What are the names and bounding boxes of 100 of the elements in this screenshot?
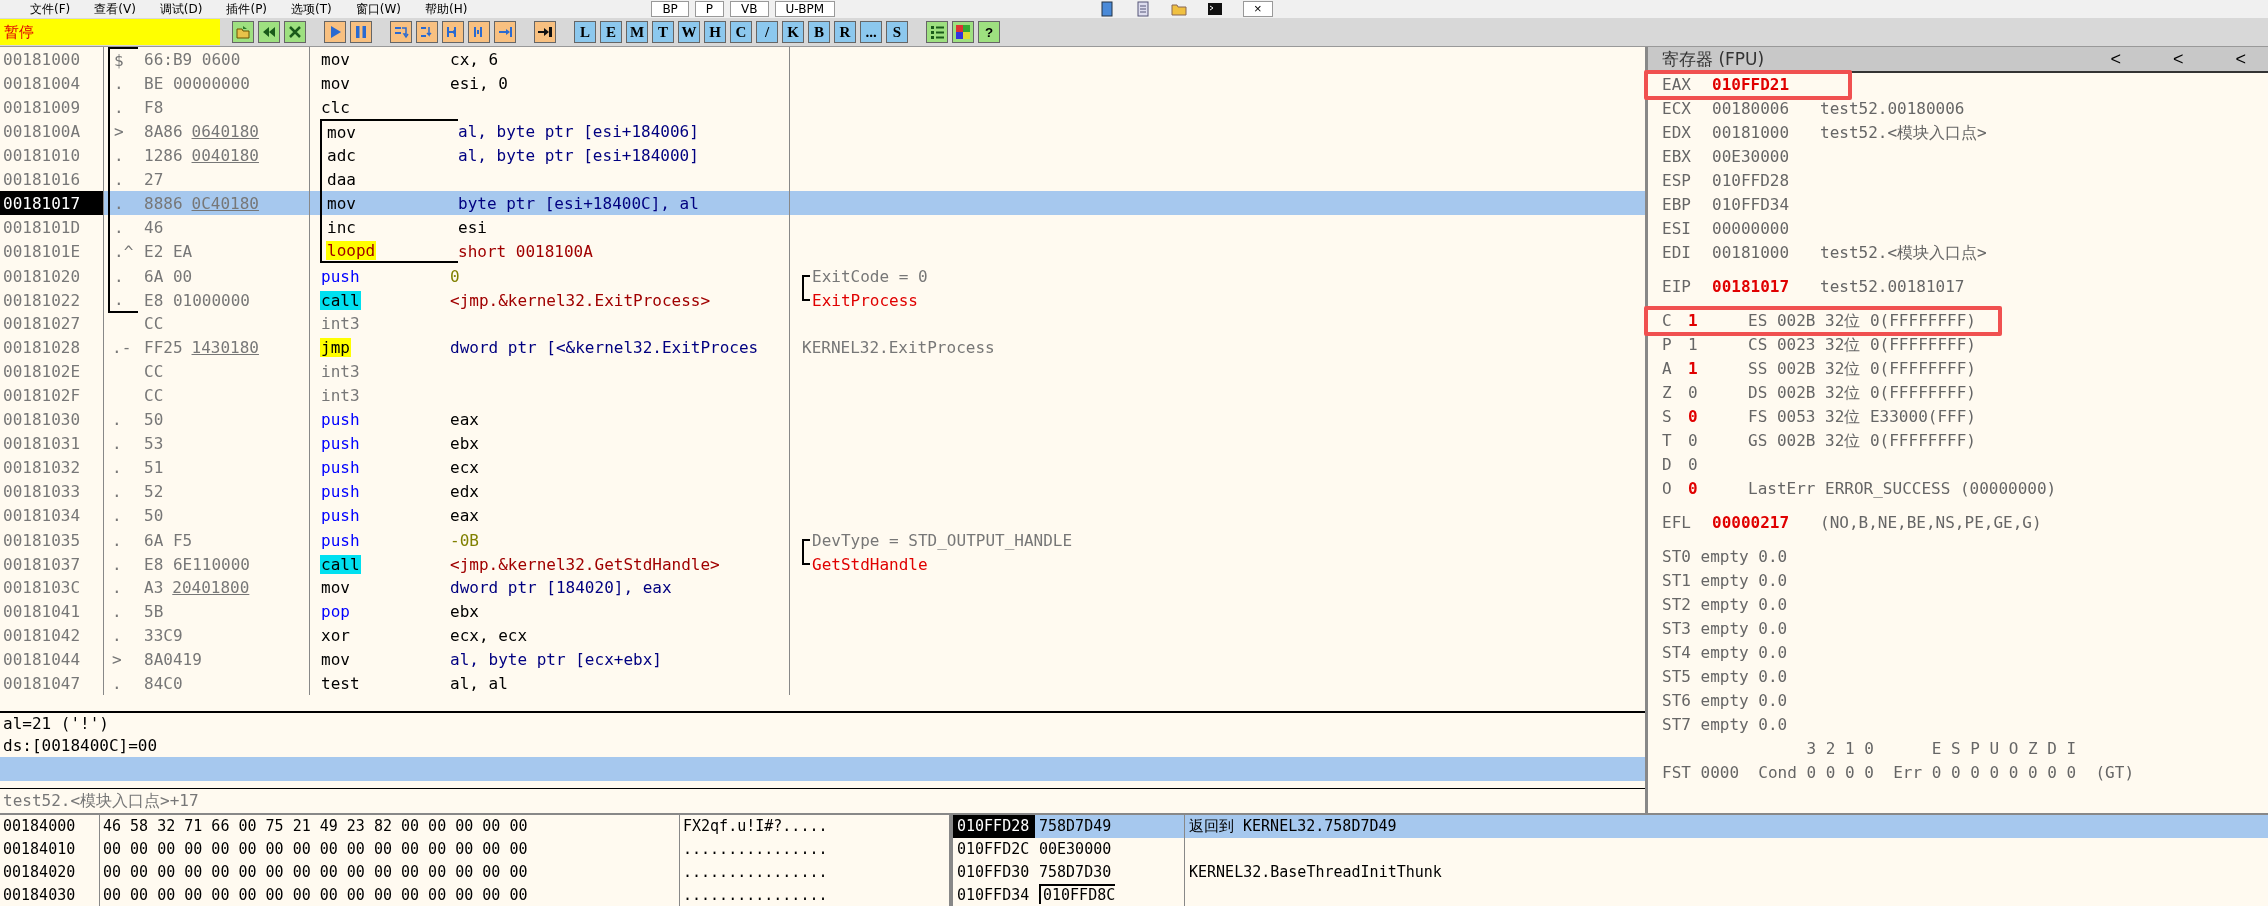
view-button[interactable]: T xyxy=(652,21,674,43)
address-cell: 00181004 xyxy=(0,71,104,95)
bytes-cell: . 50 xyxy=(104,503,310,527)
menu-item[interactable]: 查看(V) xyxy=(94,0,136,18)
view-button[interactable]: W xyxy=(678,21,700,43)
flag-value: 1 xyxy=(1688,358,1699,380)
register-value: 010FFD28 xyxy=(1712,170,1791,192)
collapse-button[interactable]: < xyxy=(2104,47,2127,71)
register-value: 010FFD21 xyxy=(1712,74,1791,96)
toolbar-button[interactable]: VB xyxy=(730,1,769,17)
dump-ascii: ................ xyxy=(680,884,950,906)
mnemonic: jmp xyxy=(320,337,351,357)
view-button[interactable]: / xyxy=(756,21,778,43)
operands: -0B xyxy=(450,530,479,550)
list-button[interactable] xyxy=(926,21,948,43)
grid-button[interactable] xyxy=(952,21,974,43)
comment: GetStdHandle xyxy=(812,554,928,574)
operands: esi, 0 xyxy=(450,73,508,93)
menu-item[interactable]: 窗口(W) xyxy=(355,0,401,18)
step-over-button[interactable] xyxy=(416,21,438,43)
trace-into-button[interactable] xyxy=(442,21,464,43)
mnemonic: mov xyxy=(320,577,351,597)
stack-address: 010FFD34 xyxy=(956,885,1031,906)
address-cell: 00181020 xyxy=(0,263,104,289)
dump-ascii: ................ xyxy=(680,838,950,861)
dump-address: 00184010 xyxy=(0,838,100,861)
address-cell: 00181041 xyxy=(0,599,104,623)
goto-button[interactable] xyxy=(534,21,556,43)
address-cell: 0018103C xyxy=(0,575,104,599)
mnemonic: push xyxy=(320,433,361,453)
segment-info: LastErr ERROR_SUCCESS (00000000) xyxy=(1748,478,2057,500)
till-return-button[interactable] xyxy=(494,21,516,43)
address-cell: 0018100A xyxy=(0,119,104,143)
mnemonic: push xyxy=(320,457,361,477)
view-button[interactable]: S xyxy=(886,21,908,43)
stack-value: 758D7D49 xyxy=(1039,817,1112,835)
register-name: EDX xyxy=(1662,122,1692,144)
stack-value: 010FFD8C xyxy=(1039,884,1116,904)
collapse-button[interactable]: < xyxy=(2166,47,2190,71)
stack-comment: 返回到 KERNEL32.758D7D49 xyxy=(1188,816,1398,837)
fpu-register: ST5 empty 0.0 xyxy=(1662,666,1788,688)
mnemonic: int3 xyxy=(320,361,361,381)
register-name: EIP xyxy=(1662,276,1692,298)
register-value: 00181017 xyxy=(1712,276,1791,298)
bytes-cell: . 1286 0040180 xyxy=(104,143,310,167)
bytes-cell: CC xyxy=(104,383,310,407)
close-button[interactable]: × xyxy=(1243,1,1273,17)
flag-name: S xyxy=(1662,406,1673,428)
operands: esi xyxy=(458,217,487,237)
view-button[interactable]: ... xyxy=(860,21,882,43)
operands: 0 xyxy=(450,266,460,286)
comment: ExitProcess xyxy=(812,290,918,310)
operands: eax xyxy=(450,505,479,525)
address-cell: 0018101D xyxy=(0,215,104,239)
info-line: ds:[0018400C]=00 xyxy=(2,735,159,757)
menu-item[interactable]: 调试(D) xyxy=(159,0,203,18)
register-value: 010FFD34 xyxy=(1712,194,1791,216)
open-button[interactable] xyxy=(232,21,254,43)
run-button[interactable] xyxy=(324,21,346,43)
toolbar-button[interactable]: U-BPM xyxy=(774,1,836,17)
collapse-button[interactable]: < xyxy=(2229,47,2252,71)
view-button[interactable]: M xyxy=(626,21,648,43)
close-button[interactable] xyxy=(284,21,306,43)
flag-value: 0 xyxy=(1688,430,1699,452)
pane-title: 寄存器 (FPU) xyxy=(1662,47,1765,71)
address-cell: 0018102F xyxy=(0,383,104,407)
comment: ExitCode = 0 xyxy=(812,266,928,286)
view-button[interactable]: E xyxy=(600,21,622,43)
segment-info: ES 002B 32位 0(FFFFFFFF) xyxy=(1748,310,1976,332)
address-cell: 00181000 xyxy=(0,47,104,71)
operands: byte ptr [esi+18400C], al xyxy=(458,193,699,213)
step-into-button[interactable] xyxy=(390,21,412,43)
rewind-button[interactable] xyxy=(258,21,280,43)
menu-item[interactable]: 选项(T) xyxy=(291,0,332,18)
close-icon xyxy=(287,24,303,40)
menu-item[interactable]: 文件(F) xyxy=(30,0,71,18)
stack-value: 00E30000 xyxy=(1039,840,1112,858)
view-button[interactable]: H xyxy=(704,21,726,43)
fpu-header: 3 2 1 0 E S P U O Z D I xyxy=(1805,738,2077,760)
toolbar-button[interactable]: BP xyxy=(651,1,689,17)
menu-item[interactable]: 帮助(H) xyxy=(425,0,468,18)
fpu-register: ST6 empty 0.0 xyxy=(1662,690,1788,712)
dump-hex: 46 58 32 71 66 00 75 21 49 23 82 00 00 00 00 00 xyxy=(100,815,680,838)
view-button[interactable]: B xyxy=(808,21,830,43)
segment-info: GS 002B 32位 0(FFFFFFFF) xyxy=(1748,430,1976,452)
operands: ebx xyxy=(450,433,479,453)
view-button[interactable]: R xyxy=(834,21,856,43)
help-button[interactable]: ? xyxy=(978,21,1000,43)
mnemonic: daa xyxy=(326,169,357,189)
bytes-cell: .^ E2 EA xyxy=(104,239,310,263)
pause-button[interactable] xyxy=(350,21,372,43)
mnemonic: push xyxy=(320,481,361,501)
view-button[interactable]: K xyxy=(782,21,804,43)
toolbar-button[interactable]: P xyxy=(694,1,725,17)
view-button[interactable]: L xyxy=(574,21,596,43)
bytes-cell: . 46 xyxy=(104,215,310,239)
mnemonic: loopd xyxy=(326,240,377,260)
menu-item[interactable]: 插件(P) xyxy=(226,0,268,18)
view-button[interactable]: C xyxy=(730,21,752,43)
trace-over-button[interactable] xyxy=(468,21,490,43)
